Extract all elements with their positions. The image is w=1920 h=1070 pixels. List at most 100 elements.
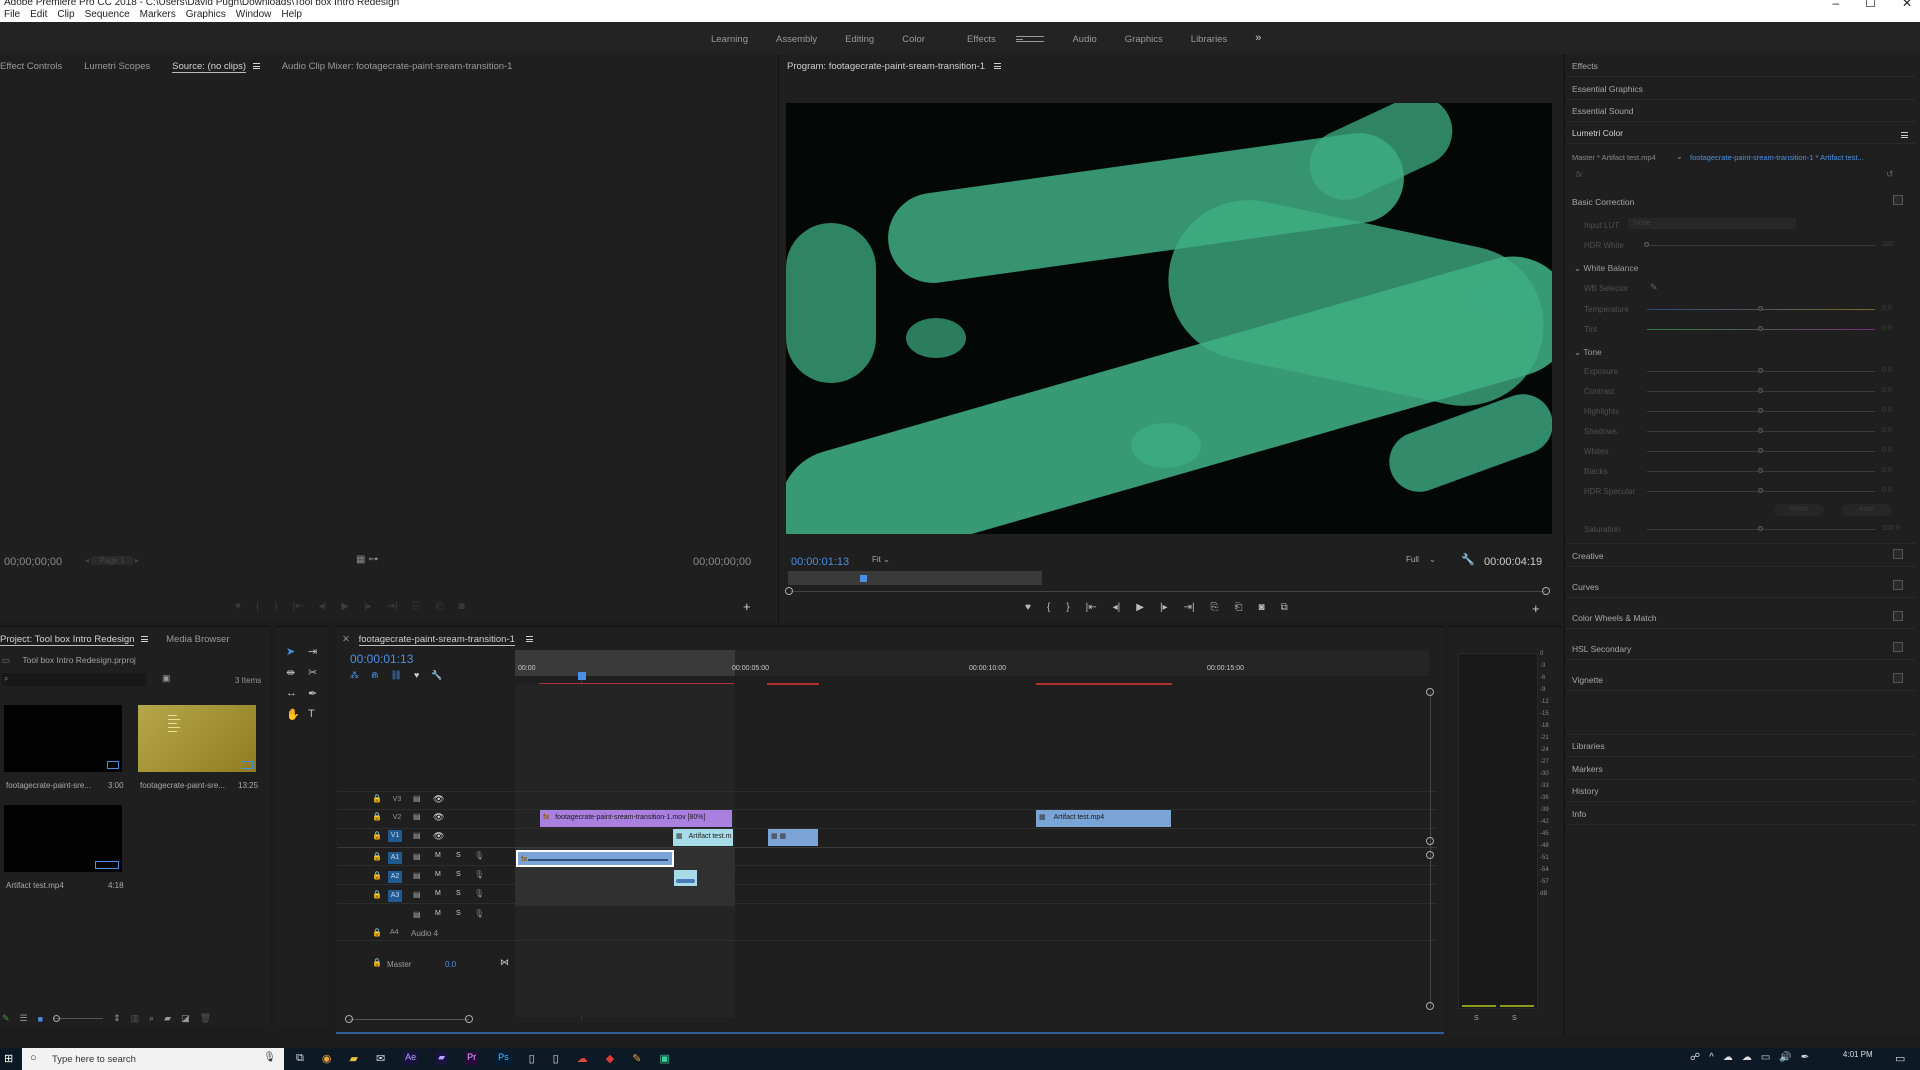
reset-button[interactable]: Reset bbox=[1774, 504, 1824, 516]
scroll-handle[interactable] bbox=[1426, 851, 1434, 859]
extract-icon[interactable]: ⎗ bbox=[1235, 602, 1243, 613]
solo-button[interactable]: S bbox=[456, 890, 461, 897]
vertical-scrollbar[interactable] bbox=[1430, 692, 1431, 1007]
sync-lock-icon[interactable]: ▤ bbox=[413, 910, 421, 919]
trash-icon[interactable]: 🗑 bbox=[200, 1013, 211, 1024]
track-label-v1[interactable]: V1 bbox=[388, 830, 402, 842]
pencil-icon[interactable]: ✎ bbox=[2, 1013, 10, 1024]
timeline-playhead[interactable] bbox=[578, 672, 586, 680]
auto-button[interactable]: Auto bbox=[1841, 504, 1891, 516]
go-to-end-icon[interactable]: ⋈ bbox=[500, 957, 509, 968]
step-forward-icon[interactable]: |▸ bbox=[1160, 602, 1168, 613]
lumetri-master-label[interactable]: Master * Artifact test.mp4 bbox=[1572, 153, 1656, 162]
network-icon[interactable]: ▭ bbox=[1761, 1052, 1770, 1063]
taskbar-search-input[interactable]: ○ Type here to search 🎙 bbox=[22, 1048, 284, 1070]
workspace-tab-assembly[interactable]: Assembly bbox=[762, 34, 831, 45]
sync-lock-icon[interactable]: ▤ bbox=[413, 794, 421, 803]
slider-knob[interactable] bbox=[1758, 468, 1763, 473]
marker-icon[interactable]: ♥ bbox=[1025, 602, 1031, 613]
slider-value[interactable]: 0.0 bbox=[1882, 325, 1892, 332]
panel-essential-sound[interactable]: Essential Sound bbox=[1572, 106, 1633, 116]
track-label-a4[interactable]: A4 bbox=[390, 929, 399, 936]
go-to-in-icon[interactable]: |⇤ bbox=[293, 601, 304, 612]
camera-icon[interactable]: ◙ bbox=[459, 601, 465, 612]
maximize-icon[interactable]: ☐ bbox=[1865, 0, 1876, 10]
tab-audio-clip-mixer[interactable]: Audio Clip Mixer: footagecrate-paint-sre… bbox=[282, 61, 513, 72]
workspace-tab-learning[interactable]: Learning bbox=[697, 34, 762, 45]
source-timecode-left[interactable]: 00;00;00;00 bbox=[4, 556, 62, 568]
hdr-white-value[interactable]: 100 bbox=[1882, 241, 1894, 248]
scroll-handle[interactable] bbox=[345, 1015, 353, 1023]
menu-icon[interactable] bbox=[252, 63, 260, 70]
slider-knob[interactable] bbox=[1644, 242, 1649, 247]
onedrive-icon[interactable]: ☁ bbox=[1742, 1052, 1752, 1063]
track-label-a3[interactable]: A3 bbox=[388, 890, 402, 902]
mute-button[interactable]: M bbox=[435, 910, 441, 917]
menu-icon[interactable] bbox=[993, 63, 1001, 70]
sequence-tab[interactable]: ✕ footagecrate-paint-sream-transition-1 bbox=[342, 634, 533, 646]
section-vignette[interactable]: Vignette bbox=[1572, 675, 1603, 685]
ripple-edit-tool-icon[interactable]: ⇼ bbox=[286, 666, 304, 679]
checkbox[interactable] bbox=[1893, 195, 1903, 205]
settings-icon[interactable]: ▦ ⊶ bbox=[356, 554, 378, 565]
go-to-out-icon[interactable]: ⇥| bbox=[387, 601, 398, 612]
checkbox[interactable] bbox=[1893, 549, 1903, 559]
project-item-name[interactable]: Artifact test.mp4 bbox=[6, 881, 64, 890]
resolution-dropdown[interactable]: Full ⌄ bbox=[1406, 555, 1436, 564]
creative-cloud-icon[interactable]: ☁ bbox=[577, 1052, 588, 1065]
add-button-icon[interactable]: + bbox=[743, 599, 751, 614]
section-curves[interactable]: Curves bbox=[1572, 582, 1599, 592]
track-label-v2[interactable]: V2 bbox=[390, 812, 404, 824]
lock-icon[interactable]: 🔒 bbox=[372, 890, 382, 899]
overwrite-icon[interactable]: ⎗ bbox=[436, 601, 444, 612]
automate-icon[interactable]: ▥ bbox=[131, 1013, 140, 1024]
white-balance-header[interactable]: ⌄ White Balance bbox=[1574, 263, 1638, 274]
project-search-input[interactable]: ⌕ bbox=[2, 673, 146, 686]
marker-icon[interactable]: ♥ bbox=[235, 601, 241, 612]
panel-libraries[interactable]: Libraries bbox=[1572, 741, 1605, 751]
menu-window[interactable]: Window bbox=[236, 9, 272, 20]
taskbar-clock[interactable]: 4:01 PM 6/18/2018 bbox=[1840, 1050, 1876, 1068]
wrench-icon[interactable]: 🔧 bbox=[1461, 553, 1475, 566]
tab-project[interactable]: Project: Tool box Intro Redesign bbox=[0, 634, 149, 646]
menu-clip[interactable]: Clip bbox=[57, 9, 74, 20]
lock-icon[interactable]: 🔒 bbox=[372, 871, 382, 880]
go-to-in-icon[interactable]: |⇤ bbox=[1086, 602, 1097, 613]
scroll-handle[interactable] bbox=[465, 1015, 473, 1023]
find-icon[interactable]: ⌕ bbox=[149, 1013, 154, 1024]
panel-info[interactable]: Info bbox=[1572, 809, 1586, 819]
saturation-value[interactable]: 100.0 bbox=[1882, 525, 1900, 532]
menu-icon[interactable] bbox=[525, 636, 533, 643]
menu-icon[interactable] bbox=[1901, 132, 1908, 139]
timeline-timecode[interactable]: 00:00:01:13 bbox=[350, 652, 413, 666]
volume-icon[interactable]: 🔊 bbox=[1779, 1052, 1791, 1063]
slider-value[interactable]: 0.0 bbox=[1882, 447, 1892, 454]
chevron-up-icon[interactable]: ^ bbox=[1709, 1052, 1714, 1063]
menu-sequence[interactable]: Sequence bbox=[85, 9, 130, 20]
document-icon[interactable]: ▯ bbox=[553, 1052, 559, 1065]
track-label-a1[interactable]: A1 bbox=[388, 852, 402, 864]
lock-icon[interactable]: 🔒 bbox=[372, 794, 382, 803]
zoom-slider-handle[interactable] bbox=[53, 1015, 61, 1022]
sync-lock-icon[interactable]: ▤ bbox=[413, 871, 421, 880]
notification-icon[interactable]: ▭ bbox=[1895, 1052, 1905, 1065]
panel-markers[interactable]: Markers bbox=[1572, 764, 1603, 774]
mark-out-icon[interactable]: } bbox=[274, 601, 277, 612]
photoshop-icon[interactable]: Ps bbox=[496, 1052, 511, 1065]
list-view-icon[interactable]: ☰ bbox=[20, 1013, 28, 1024]
mute-button[interactable]: M bbox=[435, 871, 441, 878]
checkbox[interactable] bbox=[1893, 673, 1903, 683]
panel-essential-graphics[interactable]: Essential Graphics bbox=[1572, 84, 1643, 94]
windows-start-icon[interactable]: ⊞ bbox=[4, 1052, 16, 1065]
slider-knob[interactable] bbox=[1758, 368, 1763, 373]
sync-lock-icon[interactable]: ▤ bbox=[413, 890, 421, 899]
document-icon[interactable]: ▯ bbox=[529, 1052, 535, 1065]
eye-icon[interactable]: 👁 bbox=[433, 831, 444, 842]
project-thumbnail[interactable] bbox=[4, 805, 122, 872]
project-thumbnail[interactable]: ▬▬▬ ▬▬▬▬ ▬▬▬ ▬▬▬▬ ▬▬▬ bbox=[138, 705, 256, 772]
zoom-slider[interactable] bbox=[53, 1015, 104, 1022]
insert-icon[interactable]: ⎘ bbox=[413, 601, 421, 612]
track-label-a2[interactable]: A2 bbox=[388, 871, 402, 883]
wrench-icon[interactable]: 🔧 bbox=[431, 670, 442, 681]
workspace-tab-audio[interactable]: Audio bbox=[1058, 34, 1110, 45]
